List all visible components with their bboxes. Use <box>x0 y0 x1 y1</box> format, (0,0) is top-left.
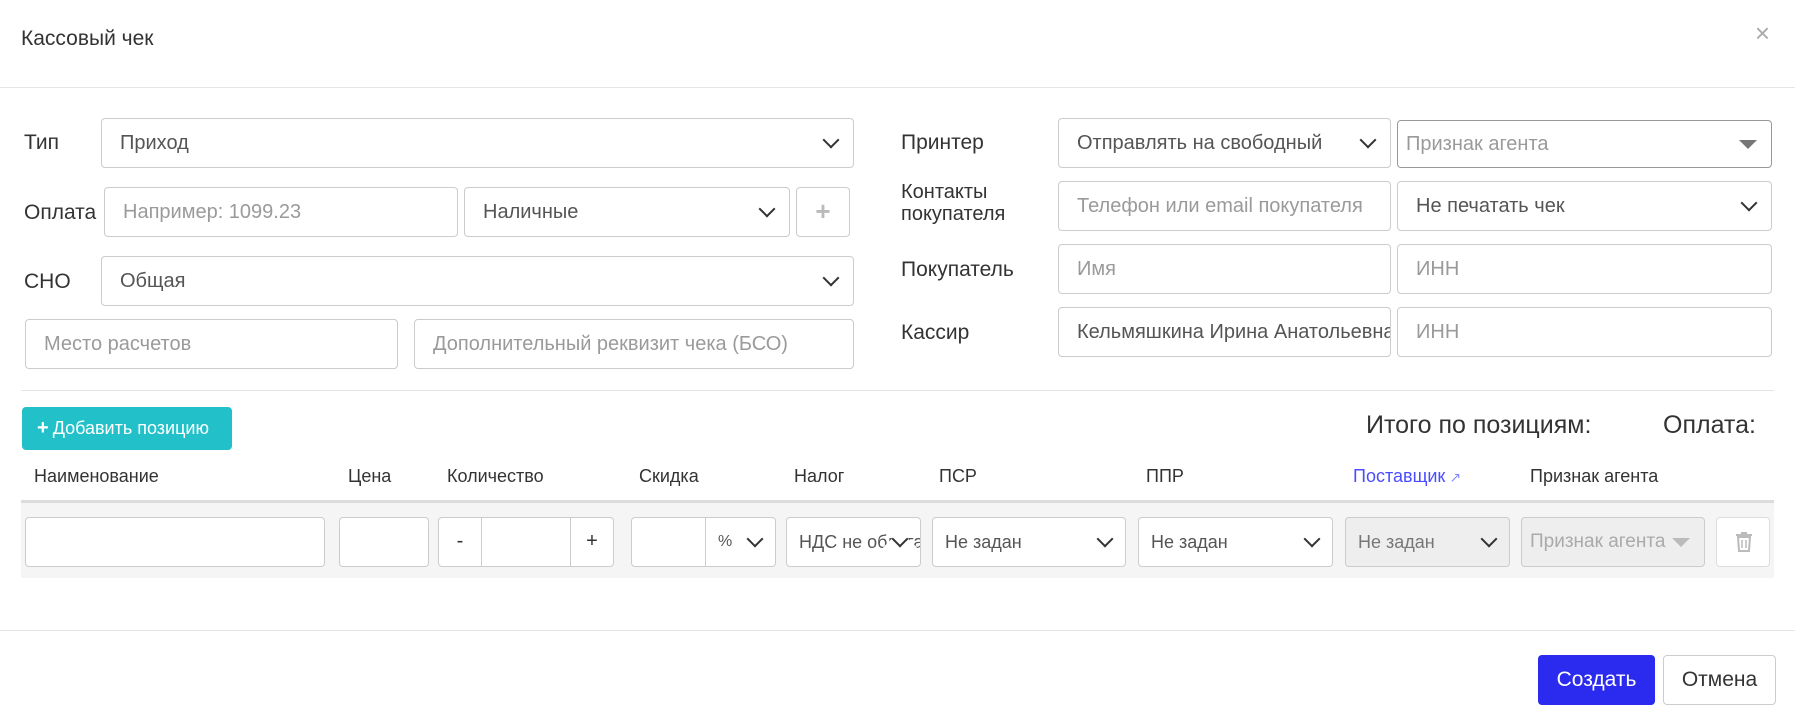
col-tax: Налог <box>794 466 845 486</box>
sno-select-value: Общая <box>120 270 186 292</box>
ppr-select[interactable]: Не задан <box>1138 517 1333 567</box>
caret-down-icon <box>1739 140 1757 149</box>
payment-method-value: Наличные <box>483 201 579 223</box>
receipt-dialog: Кассовый чек × Тип Приход Оплата Наприме… <box>0 0 1795 726</box>
psr-select[interactable]: Не задан <box>932 517 1126 567</box>
col-supplier-link[interactable]: Поставщик ↗ <box>1353 466 1461 487</box>
footer-divider <box>0 630 1795 631</box>
add-payment-button[interactable]: + <box>796 187 850 237</box>
create-button[interactable]: Создать <box>1538 655 1655 705</box>
cancel-button[interactable]: Отмена <box>1663 655 1776 705</box>
contacts-label-line1: Контакты <box>901 181 988 203</box>
col-discount: Скидка <box>639 466 699 486</box>
psr-select-value: Не задан <box>945 532 1022 552</box>
type-select-value: Приход <box>120 132 189 154</box>
cashier-inn-input[interactable]: ИНН <box>1397 307 1772 357</box>
agent-select-placeholder: Признак агента <box>1406 133 1549 155</box>
contacts-input[interactable]: Телефон или email покупателя <box>1058 181 1391 231</box>
chevron-down-icon <box>758 200 776 218</box>
print-mode-select[interactable]: Не печатать чек <box>1397 181 1772 231</box>
type-label: Тип <box>24 131 60 154</box>
chevron-down-icon <box>1359 131 1377 149</box>
print-mode-value: Не печатать чек <box>1416 195 1565 217</box>
col-ppr: ППР <box>1146 466 1184 486</box>
plus-icon: + <box>37 417 49 439</box>
discount-unit-value: % <box>718 533 733 550</box>
qty-input[interactable] <box>481 517 571 567</box>
cashier-input[interactable]: Кельмяшкина Ирина Анатольевна <box>1058 307 1391 357</box>
trash-icon <box>1736 532 1752 552</box>
add-position-label: Добавить позицию <box>52 418 209 438</box>
printer-select[interactable]: Отправлять на свободный <box>1058 118 1391 168</box>
chevron-down-icon <box>1303 530 1321 548</box>
buyer-name-input[interactable]: Имя <box>1058 244 1391 294</box>
close-icon[interactable]: × <box>1755 20 1770 46</box>
extra-requisite-input[interactable]: Дополнительный реквизит чека (БСО) <box>414 319 854 369</box>
col-price: Цена <box>348 466 392 486</box>
buyer-inn-input[interactable]: ИНН <box>1397 244 1772 294</box>
contacts-label-line2: покупателя <box>901 203 1006 225</box>
dialog-header: Кассовый чек × <box>0 0 1795 88</box>
discount-unit-select[interactable]: % <box>705 517 776 567</box>
row-agent-placeholder: Признак агента <box>1530 531 1666 552</box>
chevron-down-icon <box>822 131 840 149</box>
cashier-label: Кассир <box>901 321 970 344</box>
plus-icon: + <box>815 196 831 226</box>
row-agent-select: Признак агента <box>1521 517 1705 567</box>
sno-select[interactable]: Общая <box>101 256 854 306</box>
supplier-select: Не задан <box>1345 517 1510 567</box>
chevron-down-icon <box>822 269 840 287</box>
chevron-down-icon <box>1096 530 1114 548</box>
section-divider <box>21 390 1774 391</box>
agent-select[interactable]: Признак агента <box>1397 120 1772 168</box>
qty-plus-button[interactable]: + <box>570 517 614 567</box>
contacts-label: Контакты покупателя <box>901 181 1005 225</box>
dialog-title: Кассовый чек <box>21 27 154 50</box>
col-name: Наименование <box>34 466 159 486</box>
supplier-select-value: Не задан <box>1358 532 1435 552</box>
col-psr: ПСР <box>939 466 977 486</box>
printer-label: Принтер <box>901 131 984 154</box>
col-qty: Количество <box>447 466 544 486</box>
external-link-icon: ↗ <box>1449 469 1462 485</box>
discount-input[interactable] <box>631 517 706 567</box>
chevron-down-icon <box>746 530 764 548</box>
chevron-down-icon <box>1480 530 1498 548</box>
payment-method-select[interactable]: Наличные <box>464 187 790 237</box>
col-supplier-label: Поставщик <box>1353 466 1446 486</box>
buyer-label: Покупатель <box>901 258 1014 281</box>
printer-select-value: Отправлять на свободный <box>1077 132 1323 154</box>
sno-label: СНО <box>24 270 71 293</box>
position-name-input[interactable] <box>25 517 325 567</box>
payment-total-label: Оплата: <box>1663 411 1756 439</box>
position-price-input[interactable] <box>339 517 429 567</box>
payment-label: Оплата <box>24 201 97 224</box>
positions-total-label: Итого по позициям: <box>1366 411 1592 439</box>
place-input[interactable]: Место расчетов <box>25 319 398 369</box>
chevron-down-icon <box>1740 194 1758 212</box>
add-position-button[interactable]: + Добавить позицию <box>22 407 232 450</box>
delete-position-button[interactable] <box>1716 517 1770 567</box>
type-select[interactable]: Приход <box>101 118 854 168</box>
col-agent: Признак агента <box>1530 466 1659 486</box>
tax-select[interactable]: НДС не облагается <box>786 517 921 567</box>
caret-down-icon <box>1672 538 1690 547</box>
payment-amount-input[interactable]: Например: 1099.23 <box>104 187 458 237</box>
ppr-select-value: Не задан <box>1151 532 1228 552</box>
qty-minus-button[interactable]: - <box>438 517 482 567</box>
